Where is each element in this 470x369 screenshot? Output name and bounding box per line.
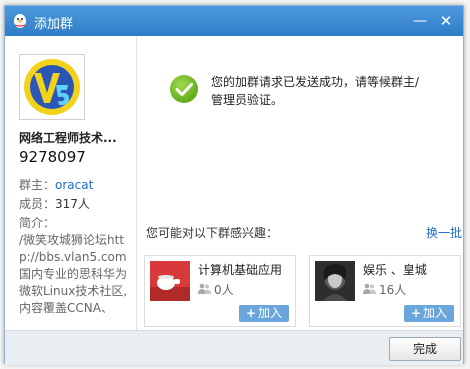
group-intro: /微笑攻城狮论坛http://bbs.vlan5.com国内专业的思科华为微软L… bbox=[19, 233, 128, 315]
recommended-group-card[interactable]: 计算机基础应用 0人 + 加入 bbox=[144, 255, 296, 327]
recommended-group-card[interactable]: 娱乐 、皇城 16人 + 加入 bbox=[309, 255, 461, 327]
join-label: 加入 bbox=[423, 306, 448, 320]
members-count: 317人 bbox=[55, 197, 90, 211]
window-title: 添加群 bbox=[34, 17, 74, 32]
join-button[interactable]: + 加入 bbox=[239, 305, 289, 322]
done-button[interactable]: 完成 bbox=[389, 337, 461, 361]
join-button[interactable]: + 加入 bbox=[404, 305, 454, 322]
minimize-button[interactable]: — bbox=[411, 12, 429, 30]
people-icon bbox=[198, 283, 211, 294]
close-button[interactable]: ✕ bbox=[437, 12, 455, 30]
people-icon bbox=[363, 283, 376, 294]
plus-icon: + bbox=[245, 306, 257, 320]
footer-bar: 完成 bbox=[5, 330, 463, 365]
card-group-name: 娱乐 、皇城 bbox=[363, 263, 427, 277]
group-thumbnail bbox=[315, 261, 355, 301]
success-message: 您的加群请求已发送成功，请等候群主/管理员验证。 bbox=[211, 75, 420, 107]
qq-penguin-icon bbox=[14, 14, 26, 28]
members-label: 成员： bbox=[19, 197, 56, 211]
checkmark-circle-icon bbox=[170, 75, 198, 103]
join-label: 加入 bbox=[258, 306, 283, 320]
intro-label: 简介： bbox=[19, 216, 56, 230]
group-owner-row: 群主：oracat bbox=[19, 176, 93, 193]
card-member-count: 0人 bbox=[214, 283, 234, 297]
refresh-link[interactable]: 换一批 bbox=[426, 224, 462, 241]
title-bar[interactable]: 添加群 — ✕ bbox=[5, 6, 463, 36]
card-group-name: 计算机基础应用 bbox=[198, 263, 283, 277]
owner-link[interactable]: oracat bbox=[55, 178, 93, 192]
group-info-panel: 网络工程师技术... 9278097 群主：oracat 成员：317人 简介：… bbox=[5, 36, 137, 330]
add-group-dialog: 添加群 — ✕ 网络工程师技术... 9278097 群主：oracat 成员：… bbox=[4, 5, 464, 365]
recommend-label: 您可能对以下群感兴趣： bbox=[146, 226, 279, 240]
plus-icon: + bbox=[410, 306, 422, 320]
card-member-count: 16人 bbox=[379, 283, 407, 297]
group-thumbnail bbox=[150, 261, 190, 301]
group-members-row: 成员：317人 bbox=[19, 195, 90, 212]
owner-label: 群主： bbox=[19, 178, 56, 192]
group-id: 9278097 bbox=[19, 148, 86, 166]
group-name: 网络工程师技术... bbox=[19, 131, 117, 145]
group-avatar bbox=[19, 54, 85, 120]
